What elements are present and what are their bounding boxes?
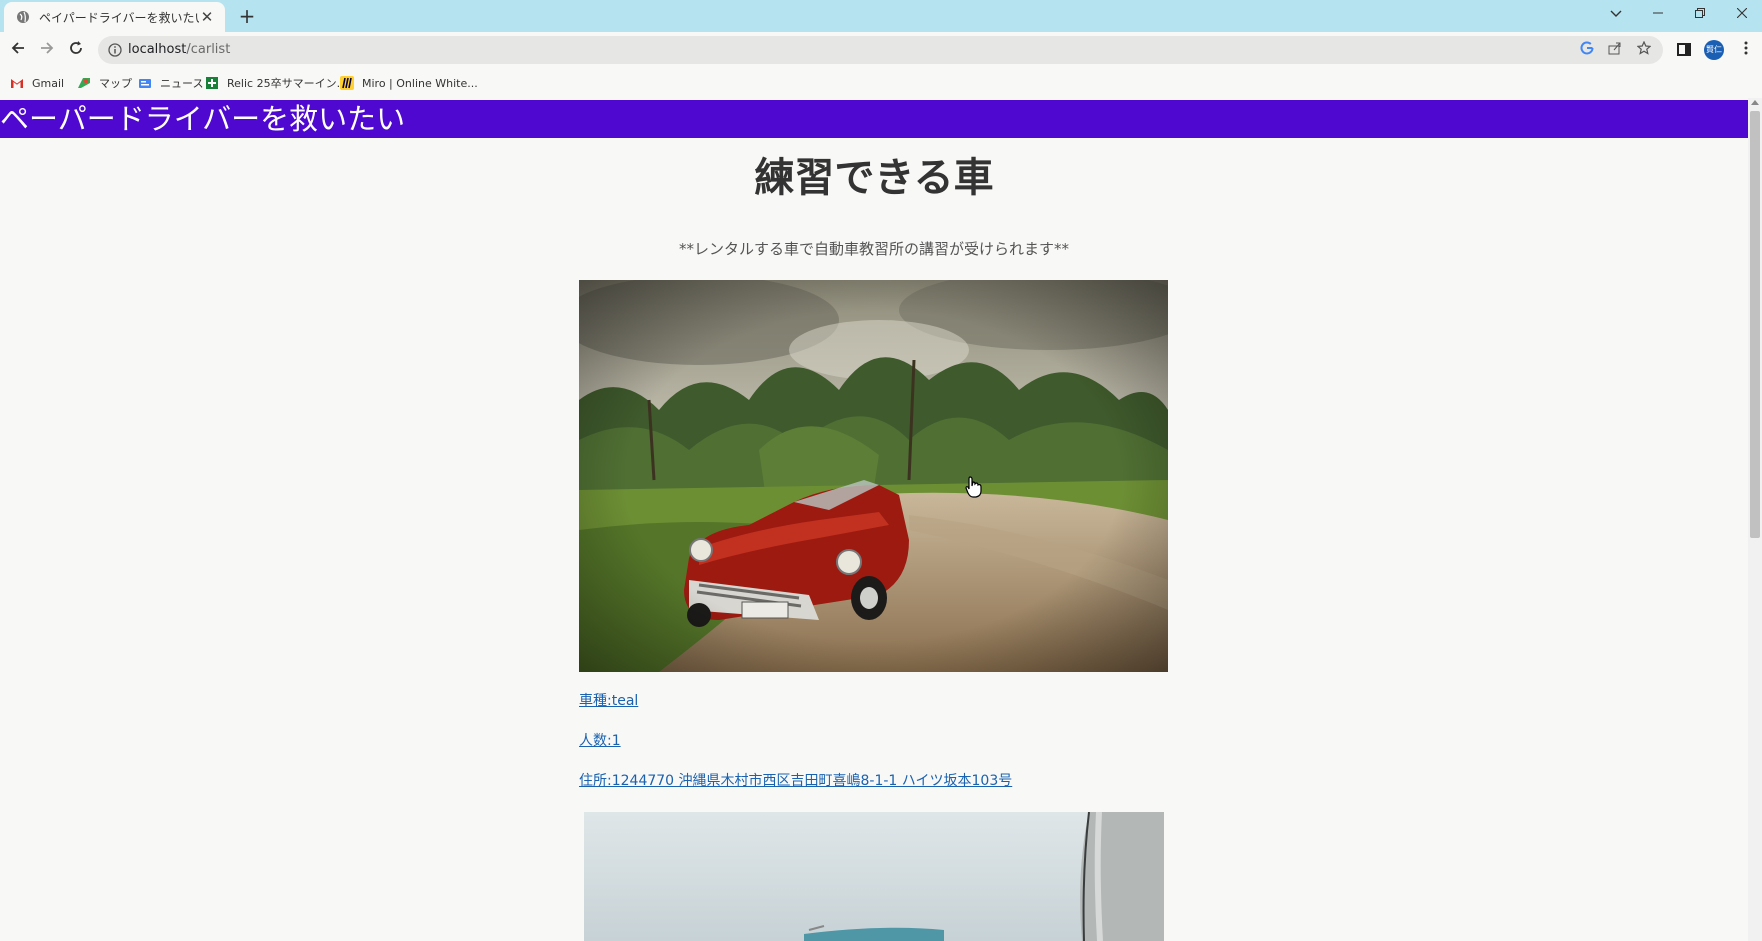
- bookmark-label: Relic 25卒サマーイン...: [227, 77, 348, 90]
- profile-avatar[interactable]: 賢仁: [1704, 40, 1724, 60]
- news-icon: [139, 79, 151, 88]
- site-header: ペーパードライバーを救いたい: [0, 100, 1748, 138]
- address-bar[interactable]: localhost/carlist: [98, 36, 1663, 64]
- bookmark-gmail[interactable]: Gmail: [10, 74, 64, 92]
- tab-title: ペイパードライバーを救いたい: [39, 10, 199, 25]
- minimize-icon[interactable]: [1640, 4, 1676, 26]
- tab-close-icon[interactable]: ✕: [199, 9, 215, 25]
- side-panel-icon[interactable]: [1677, 43, 1691, 56]
- miro-icon: [340, 76, 354, 90]
- restore-icon[interactable]: [1682, 4, 1718, 26]
- tab-search-icon[interactable]: [1598, 4, 1634, 26]
- car-photo[interactable]: [579, 280, 1168, 672]
- gmail-icon: [11, 79, 23, 88]
- browser-toolbar: localhost/carlist 賢仁: [0, 32, 1762, 68]
- bookmark-star-icon[interactable]: [1635, 40, 1653, 59]
- browser-tab-bar: ペイパードライバーを救いたい ✕ +: [0, 0, 1762, 32]
- page-scrollbar[interactable]: [1748, 98, 1762, 941]
- page-title: 練習できる車: [754, 155, 994, 201]
- forward-icon[interactable]: [35, 38, 59, 62]
- globe-icon: [17, 11, 29, 23]
- url-path: /carlist: [186, 42, 231, 57]
- bookmark-relic[interactable]: Relic 25卒サマーイン...: [205, 74, 347, 92]
- back-icon[interactable]: [6, 38, 30, 62]
- hand-cursor-icon: [965, 476, 982, 498]
- share-icon[interactable]: [1606, 41, 1624, 59]
- car-type-link[interactable]: 車種:teal: [579, 692, 638, 710]
- bookmark-miro[interactable]: Miro | Online White...: [340, 74, 478, 92]
- bookmark-label: マップ: [99, 77, 132, 90]
- maps-icon: [78, 78, 90, 88]
- close-window-icon[interactable]: [1724, 4, 1760, 26]
- bookmark-news[interactable]: ニュース: [138, 74, 203, 92]
- car-photo[interactable]: [584, 812, 1164, 941]
- sheets-icon: [206, 77, 218, 89]
- scrollbar-thumb[interactable]: [1750, 111, 1760, 538]
- new-tab-button[interactable]: +: [236, 5, 258, 27]
- bookmark-maps[interactable]: マップ: [77, 74, 132, 92]
- car-address-link[interactable]: 住所:1244770 沖縄県木村市西区吉田町喜嶋8-1-1 ハイツ坂本103号: [579, 772, 1012, 790]
- bookmark-label: ニュース: [160, 77, 204, 90]
- info-icon[interactable]: [108, 43, 122, 57]
- menu-icon[interactable]: [1738, 38, 1754, 62]
- reload-icon[interactable]: [64, 38, 88, 62]
- bookmark-label: Gmail: [32, 76, 65, 90]
- browser-tab[interactable]: ペイパードライバーを救いたい ✕: [4, 2, 225, 32]
- page-content: ペーパードライバーを救いたい 練習できる車 **レンタルする車で自動車教習所の講…: [0, 98, 1748, 941]
- page-subtitle: **レンタルする車で自動車教習所の講習が受けられます**: [678, 240, 1069, 258]
- bookmarks-bar: Gmail マップ ニュース Relic 25卒サマーイン... Miro | …: [0, 68, 1762, 98]
- site-title[interactable]: ペーパードライバーを救いたい: [0, 102, 405, 136]
- url-host: localhost: [128, 42, 187, 57]
- google-icon[interactable]: [1578, 41, 1596, 59]
- car-capacity-link[interactable]: 人数:1: [579, 732, 621, 750]
- scroll-up-icon[interactable]: [1751, 100, 1759, 105]
- bookmark-label: Miro | Online White...: [362, 76, 478, 90]
- url-text[interactable]: localhost/carlist: [128, 42, 230, 57]
